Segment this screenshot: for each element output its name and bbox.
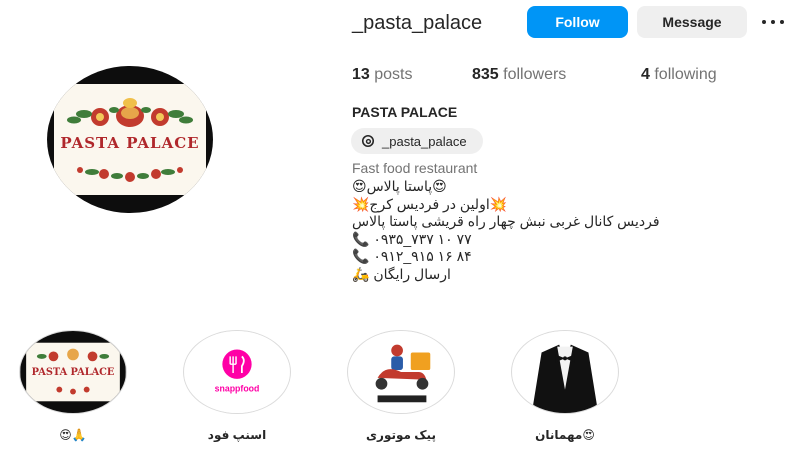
bio-phone-line[interactable]: 📞 ۰۹۳۵_۷۳۷ ۱۰ ۷۷ bbox=[352, 231, 472, 248]
more-options-icon[interactable] bbox=[762, 12, 784, 32]
profile-avatar[interactable]: PASTA PALACE bbox=[47, 66, 213, 213]
followers-count-value: 835 bbox=[472, 66, 499, 83]
tuxedo-icon bbox=[512, 331, 618, 413]
message-button[interactable]: Message bbox=[637, 6, 747, 38]
bio-line: ارسال رایگان 🛵 bbox=[352, 266, 451, 282]
highlight-item[interactable]: snappfood اسنپ فود bbox=[182, 330, 292, 442]
bio-phone-line[interactable]: 📞 ۰۹۱۲_۹۱۵ ۱۶ ۸۴ bbox=[352, 248, 472, 265]
pasta-palace-logo-icon: PASTA PALACE bbox=[20, 331, 126, 413]
following-count[interactable]: 4 following bbox=[641, 66, 717, 84]
bio-line: 😍پاستا پالاس😍 bbox=[352, 178, 447, 194]
dot-icon bbox=[762, 20, 766, 24]
threads-link[interactable]: _pasta_palace bbox=[351, 128, 483, 154]
posts-count[interactable]: 13 posts bbox=[352, 66, 413, 84]
bio-line: 💥اولین در فردیس کرج💥 bbox=[352, 196, 508, 212]
threads-icon bbox=[361, 134, 375, 148]
profile-full-name: PASTA PALACE bbox=[352, 104, 458, 120]
bio-line: فردیس کانال غربی نبش چهار راه قریشی پاست… bbox=[352, 213, 660, 229]
snappfood-logo-icon: snappfood bbox=[184, 331, 290, 413]
followers-count-label: followers bbox=[503, 66, 567, 83]
profile-username: _pasta_palace bbox=[352, 12, 483, 34]
logo-text: PASTA PALACE bbox=[60, 134, 200, 152]
highlight-cover[interactable]: PASTA PALACE bbox=[19, 330, 127, 414]
dot-icon bbox=[780, 20, 784, 24]
highlight-cover[interactable]: snappfood bbox=[183, 330, 291, 414]
highlight-logo-text: PASTA PALACE bbox=[32, 367, 115, 378]
posts-count-value: 13 bbox=[352, 66, 370, 83]
profile-category: Fast food restaurant bbox=[352, 160, 478, 176]
highlight-label: مهمانان😍 bbox=[535, 428, 595, 442]
threads-handle: _pasta_palace bbox=[382, 133, 467, 149]
highlight-label: پیک موتوری bbox=[366, 428, 436, 442]
follow-button[interactable]: Follow bbox=[527, 6, 628, 38]
pasta-palace-logo: PASTA PALACE bbox=[54, 84, 206, 195]
followers-count[interactable]: 835 followers bbox=[472, 66, 566, 84]
snappfood-logo-text: snappfood bbox=[215, 384, 260, 394]
highlight-item[interactable]: مهمانان😍 bbox=[510, 330, 620, 442]
highlight-cover[interactable] bbox=[511, 330, 619, 414]
dot-icon bbox=[771, 20, 775, 24]
highlight-item[interactable]: پیک موتوری bbox=[346, 330, 456, 442]
posts-count-label: posts bbox=[374, 66, 413, 83]
highlight-item[interactable]: PASTA PALACE 😍🙏 bbox=[18, 330, 128, 442]
highlight-label: 😍🙏 bbox=[59, 428, 87, 442]
highlight-cover[interactable] bbox=[347, 330, 455, 414]
delivery-scooter-icon bbox=[348, 331, 454, 413]
following-count-value: 4 bbox=[641, 66, 650, 83]
highlight-label: اسنپ فود bbox=[207, 428, 267, 442]
following-count-label: following bbox=[654, 66, 717, 83]
